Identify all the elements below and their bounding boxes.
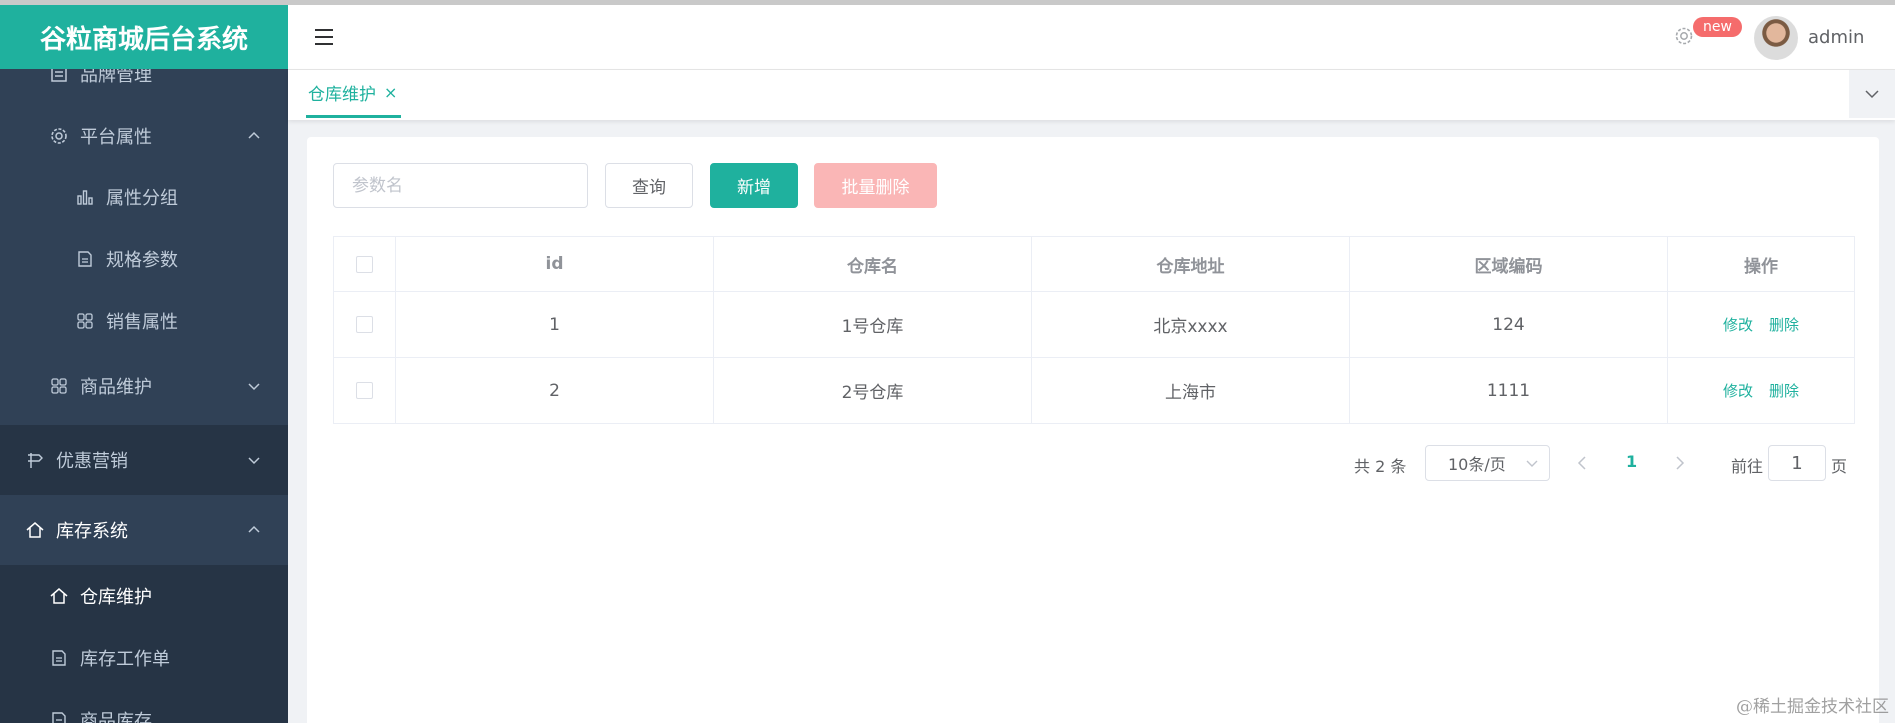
cell-address: 北京xxxx — [1031, 291, 1350, 358]
new-badge: new — [1693, 17, 1742, 37]
sidebar-item-sale-attrs[interactable]: 销售属性 — [0, 290, 288, 352]
sidebar-item-label: 商品库存 — [80, 711, 152, 723]
sidebar-item-marketing[interactable]: 优惠营销 — [0, 425, 288, 495]
cell-name: 1号仓库 — [713, 291, 1032, 358]
sidebar-item-product-maintain[interactable]: 商品维护 — [0, 355, 288, 417]
cell-areacode: 1111 — [1349, 357, 1668, 424]
watermark: @稀土掘金技术社区 — [1736, 697, 1889, 717]
sidebar-item-warehouse[interactable]: 仓库维护 — [0, 565, 288, 627]
chevron-up-icon — [246, 522, 262, 538]
next-page-icon[interactable] — [1673, 455, 1687, 471]
hamburger-icon[interactable] — [312, 26, 336, 48]
chevron-down-icon — [246, 378, 262, 394]
sidebar-item-label: 属性分组 — [106, 188, 178, 209]
pagination: 共 2 条 10条/页 1 前往 页 — [307, 445, 1879, 481]
tag-label: 仓库维护 — [308, 85, 376, 105]
row-checkbox[interactable] — [356, 382, 373, 399]
batch-delete-button[interactable]: 批量删除 — [814, 163, 937, 208]
table-header-row: id 仓库名 仓库地址 区域编码 操作 — [333, 236, 1855, 292]
sidebar-item-attr-group[interactable]: 属性分组 — [0, 166, 288, 228]
current-page-number[interactable]: 1 — [1626, 452, 1637, 471]
column-header: 仓库名 — [713, 236, 1032, 292]
sidebar-item-label: 库存系统 — [56, 521, 128, 542]
edit-link[interactable]: 修改 — [1723, 316, 1753, 334]
tags-view-bar: 仓库维护 × — [288, 70, 1895, 120]
delete-link[interactable]: 删除 — [1769, 382, 1799, 400]
table-row: 2 2号仓库 上海市 1111 修改 删除 — [333, 357, 1855, 424]
page-size-select[interactable]: 10条/页 — [1425, 445, 1550, 481]
page-size-value: 10条/页 — [1448, 455, 1506, 474]
select-all-cell — [333, 236, 396, 292]
document-icon — [48, 647, 70, 669]
grid-icon — [48, 375, 70, 397]
cell-actions: 修改 删除 — [1667, 357, 1855, 424]
gear-icon — [48, 125, 70, 147]
edit-link[interactable]: 修改 — [1723, 382, 1753, 400]
grid-icon — [74, 310, 96, 332]
column-header: 仓库地址 — [1031, 236, 1350, 292]
chevron-down-icon — [1865, 90, 1879, 99]
sidebar-item-label: 优惠营销 — [56, 451, 128, 472]
column-header: id — [395, 236, 714, 292]
cell-areacode: 124 — [1349, 291, 1668, 358]
user-avatar[interactable] — [1754, 16, 1798, 60]
cell-id: 2 — [395, 357, 714, 424]
pagination-total: 共 2 条 — [1354, 457, 1407, 476]
cell-address: 上海市 — [1031, 357, 1350, 424]
chevron-up-icon — [246, 128, 262, 144]
marketing-icon — [24, 449, 46, 471]
sidebar-item-stock-order[interactable]: 库存工作单 — [0, 627, 288, 689]
select-all-checkbox[interactable] — [356, 255, 373, 273]
settings-gear-icon[interactable] — [1673, 25, 1695, 47]
home-icon — [48, 585, 70, 607]
chevron-down-icon — [246, 452, 262, 468]
app-logo-title: 谷粒商城后台系统 — [0, 5, 288, 69]
bar-chart-icon — [74, 186, 96, 208]
add-button[interactable]: 新增 — [710, 163, 798, 208]
prev-page-icon[interactable] — [1575, 455, 1589, 471]
sidebar-item-label: 库存工作单 — [80, 649, 170, 670]
query-button[interactable]: 查询 — [605, 163, 693, 208]
chevron-down-icon — [1525, 456, 1539, 470]
sidebar-item-inventory[interactable]: 库存系统 — [0, 495, 288, 565]
tags-dropdown-button[interactable] — [1849, 70, 1895, 118]
param-name-search-input[interactable] — [333, 163, 588, 208]
sidebar-item-label: 商品维护 — [80, 377, 152, 398]
page-unit-label: 页 — [1831, 457, 1848, 476]
document-icon — [48, 709, 70, 723]
home-icon — [24, 519, 46, 541]
delete-link[interactable]: 删除 — [1769, 316, 1799, 334]
warehouse-table: id 仓库名 仓库地址 区域编码 操作 1 1号仓库 北京xxxx 124 修改… — [333, 236, 1855, 424]
cell-name: 2号仓库 — [713, 357, 1032, 424]
username-label[interactable]: admin — [1808, 27, 1864, 48]
cell-actions: 修改 删除 — [1667, 291, 1855, 358]
row-checkbox[interactable] — [356, 316, 373, 333]
sidebar-item-spec-params[interactable]: 规格参数 — [0, 228, 288, 290]
column-header: 区域编码 — [1349, 236, 1668, 292]
sidebar-item-label: 销售属性 — [106, 312, 178, 333]
sidebar-item-product-stock[interactable]: 商品库存 — [0, 689, 288, 723]
goto-label: 前往 — [1731, 457, 1764, 476]
close-icon[interactable]: × — [384, 83, 397, 102]
column-header: 操作 — [1667, 236, 1855, 292]
sidebar-item-label: 规格参数 — [106, 250, 178, 271]
sidebar-item-platform-attrs[interactable]: 平台属性 — [0, 105, 288, 167]
tag-warehouse[interactable]: 仓库维护 × — [306, 70, 402, 118]
sidebar-item-label: 平台属性 — [80, 127, 152, 148]
document-icon — [74, 248, 96, 270]
goto-page-input[interactable] — [1768, 445, 1826, 481]
sidebar-item-label: 仓库维护 — [80, 587, 152, 608]
table-row: 1 1号仓库 北京xxxx 124 修改 删除 — [333, 291, 1855, 358]
top-navbar: new admin — [288, 5, 1895, 70]
sidebar: 谷粒商城后台系统 品牌管理 平台属性 属性分组 规格参数 销售属性 商品维护 优… — [0, 5, 288, 723]
main-card: 查询 新增 批量删除 id 仓库名 仓库地址 区域编码 操作 1 1号仓库 北京… — [307, 137, 1879, 723]
cell-id: 1 — [395, 291, 714, 358]
